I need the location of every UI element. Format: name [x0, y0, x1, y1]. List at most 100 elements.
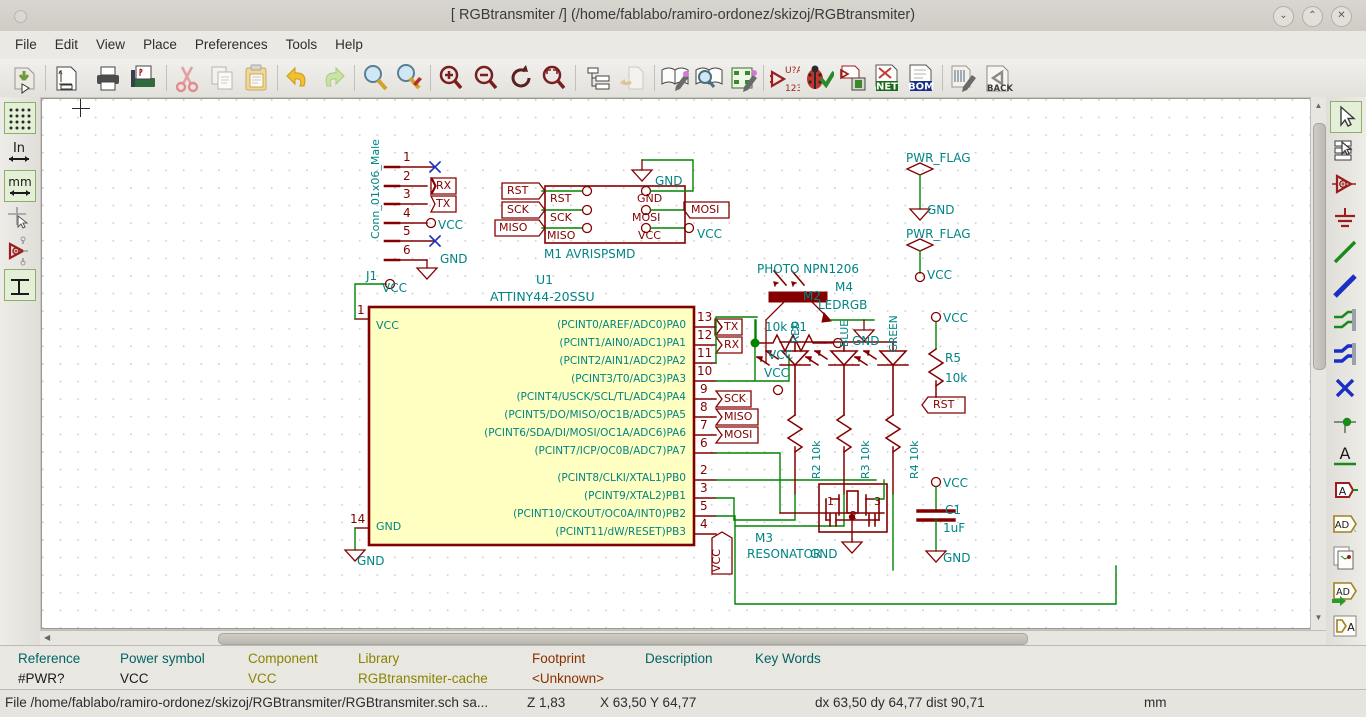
zoom-in-icon[interactable]	[435, 62, 467, 94]
print-icon[interactable]	[92, 62, 124, 94]
place-hierarchical-sheet-tool-icon[interactable]	[1330, 543, 1362, 575]
schematic-global-label-miso-m1: MISO	[499, 221, 527, 234]
crosshair-cursor-h	[72, 108, 90, 109]
menu-help[interactable]: Help	[326, 31, 372, 59]
place-junction-tool-icon[interactable]	[1330, 407, 1362, 439]
redo-icon[interactable]	[317, 62, 349, 94]
save-schematic-icon[interactable]	[8, 62, 40, 94]
highlight-net-tool-icon[interactable]	[1330, 135, 1362, 167]
schematic-led-label-blue: BLUE	[839, 320, 851, 347]
cut-icon[interactable]	[171, 62, 203, 94]
menu-tools[interactable]: Tools	[277, 31, 327, 59]
schematic-power-label-j1-gnd: GND	[440, 252, 468, 266]
place-power-port-tool-icon[interactable]	[1330, 203, 1362, 235]
svg-text:AD: AD	[1336, 587, 1350, 598]
left-options-toolbar: In mm	[0, 97, 41, 645]
schematic-power-label-u1-vcc: VCC	[382, 281, 407, 295]
assign-footprints-icon[interactable]	[837, 62, 869, 94]
menu-view[interactable]: View	[87, 31, 134, 59]
zoom-fit-icon[interactable]	[538, 62, 570, 94]
scroll-left-arrow-icon[interactable]: ◀	[44, 633, 50, 642]
horizontal-scroll-thumb[interactable]	[218, 633, 1028, 645]
right-drawing-toolbar: A A AD AD	[1325, 97, 1366, 645]
schematic-pin-num-u1-5: 5	[700, 499, 708, 513]
back-annotate-icon[interactable]: BACK	[981, 62, 1013, 94]
grid-toggle-icon[interactable]	[4, 102, 36, 134]
svg-text:AD: AD	[1335, 520, 1350, 531]
canvas-vertical-scrollbar[interactable]: ▲ ▼	[1310, 97, 1326, 630]
schematic-pwr-flag-2: PWR_FLAG	[906, 227, 971, 241]
units-inch-icon[interactable]: In	[4, 137, 36, 169]
main-toolbar: U?A 123 NET	[0, 59, 1366, 98]
library-editor-icon[interactable]	[659, 62, 691, 94]
bus-orientation-icon[interactable]	[4, 269, 36, 301]
place-wire-to-bus-entry-tool-icon[interactable]	[1330, 305, 1362, 337]
import-sheet-pin-tool-icon[interactable]: AD	[1330, 577, 1362, 609]
scroll-down-arrow-icon[interactable]: ▼	[1313, 613, 1324, 626]
place-no-connect-tool-icon[interactable]	[1330, 373, 1362, 405]
hierarchy-navigator-icon[interactable]	[583, 62, 615, 94]
place-symbol-tool-icon[interactable]	[1330, 169, 1362, 201]
cursor-shape-icon[interactable]	[4, 203, 36, 235]
find-icon[interactable]	[359, 62, 391, 94]
maximize-button[interactable]: ⌃	[1302, 6, 1323, 27]
leave-sheet-icon[interactable]	[617, 62, 649, 94]
info-header-key-words: Key Words	[755, 651, 821, 666]
schematic-pin-num-j1-5: 5	[403, 224, 411, 238]
svg-text:123: 123	[785, 84, 800, 94]
place-bus-tool-icon[interactable]	[1330, 271, 1362, 303]
menu-place[interactable]: Place	[134, 31, 186, 59]
netlist-icon[interactable]: NET	[871, 62, 903, 94]
pcb-editor-icon[interactable]	[947, 62, 979, 94]
schematic-global-label-tx-u1: TX	[724, 320, 738, 333]
schematic-ref-r5: R5	[945, 351, 961, 365]
footprint-editor-icon[interactable]	[727, 62, 759, 94]
zoom-out-icon[interactable]	[470, 62, 502, 94]
plot-icon[interactable]	[127, 62, 159, 94]
zoom-redraw-icon[interactable]	[505, 62, 537, 94]
place-net-label-tool-icon[interactable]: A	[1330, 441, 1362, 473]
undo-icon[interactable]	[282, 62, 314, 94]
place-sheet-pin-tool-icon[interactable]: A	[1330, 611, 1362, 643]
select-tool-icon[interactable]	[1330, 101, 1362, 133]
page-settings-icon[interactable]	[50, 62, 82, 94]
place-bus-to-bus-entry-tool-icon[interactable]	[1330, 339, 1362, 371]
svg-text:In: In	[13, 141, 25, 156]
minimize-button[interactable]: ⌄	[1273, 6, 1294, 27]
schematic-value-r5: 10k	[945, 371, 967, 385]
place-global-label-tool-icon[interactable]: A	[1330, 475, 1362, 507]
paste-icon[interactable]	[240, 62, 272, 94]
schematic-pin-name-u1-pa2: (PCINT2/AIN1/ADC2)PA2	[42, 355, 686, 367]
info-header-power-symbol: Power symbol	[120, 651, 205, 666]
schematic-power-label-m1-gnd: GND	[655, 174, 683, 188]
schematic-pin-name-u1-pb2: (PCINT10/CKOUT/OC0A/INT0)PB2	[42, 508, 686, 520]
schematic-pin-num-u1-11: 11	[697, 346, 712, 360]
canvas-horizontal-scrollbar[interactable]: ◀	[40, 630, 1326, 645]
menu-edit[interactable]: Edit	[46, 31, 87, 59]
window-title: [ RGBtransmiter /] (/home/fablabo/ramiro…	[0, 0, 1366, 31]
schematic-global-label-mosi-u1: MOSI	[724, 428, 752, 441]
units-mm-icon[interactable]: mm	[4, 170, 36, 202]
bom-icon[interactable]: BOM	[905, 62, 937, 94]
copy-icon[interactable]	[206, 62, 238, 94]
schematic-pin-name-m1-gnd: GND	[637, 192, 662, 205]
schematic-canvas[interactable]: Conn_01x06_Male J1 1 2 3 4 5 6 RX TX VCC…	[41, 98, 1311, 629]
menu-preferences[interactable]: Preferences	[186, 31, 277, 59]
find-replace-icon[interactable]	[393, 62, 425, 94]
vertical-scroll-thumb[interactable]	[1313, 123, 1326, 370]
svg-text:A: A	[1340, 444, 1351, 463]
schematic-pin-num-j1-6: 6	[403, 243, 411, 257]
close-button[interactable]: ✕	[1331, 6, 1352, 27]
place-hierarchical-label-tool-icon[interactable]: AD	[1330, 509, 1362, 541]
schematic-global-label-rst-r5: RST	[933, 398, 954, 411]
schematic-pin-name-u1-pa4: (PCINT4/USCK/SCL/TL/ADC4)PA4	[42, 391, 686, 403]
library-browser-icon[interactable]	[693, 62, 725, 94]
scroll-up-arrow-icon[interactable]: ▲	[1313, 101, 1324, 114]
hidden-pins-icon[interactable]	[4, 236, 36, 268]
place-wire-tool-icon[interactable]	[1330, 237, 1362, 269]
schematic-ref-c1: C1	[945, 503, 961, 517]
annotate-icon[interactable]: U?A 123	[768, 62, 800, 94]
erc-icon[interactable]	[802, 62, 834, 94]
svg-text:A: A	[1347, 621, 1355, 634]
menu-file[interactable]: File	[6, 31, 46, 59]
